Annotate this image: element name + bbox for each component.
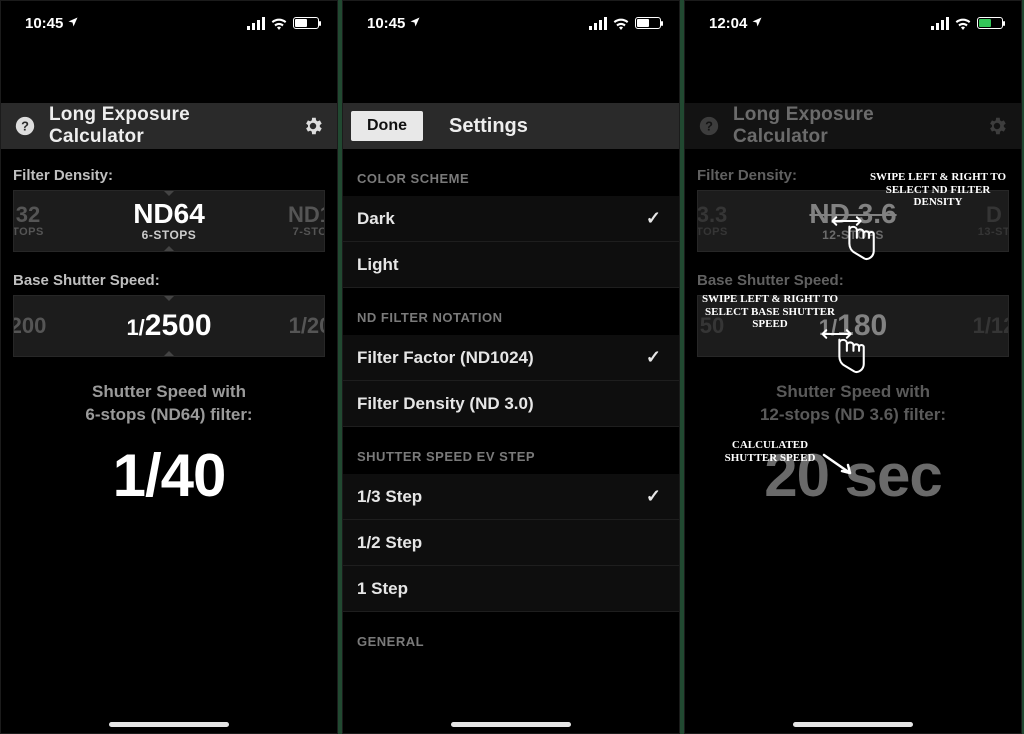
settings-navbar: Done Settings [343,103,679,149]
battery-icon [293,17,319,29]
checkmark-icon: ✓ [646,347,661,368]
home-indicator[interactable] [109,722,229,727]
option-third-step[interactable]: 1/3 Step ✓ [343,474,679,520]
option-label: 1 Step [357,579,408,599]
settings-button[interactable] [983,112,1011,140]
option-dark[interactable]: Dark ✓ [343,196,679,242]
screen-calculator: 10:45 ? Long Exposure Calculator [0,0,338,734]
status-bar: 12:04 [685,1,1021,45]
home-indicator[interactable] [451,722,571,727]
help-button[interactable]: ? [695,112,723,140]
shutter-prev: 200 [13,296,68,356]
wifi-icon [613,17,629,29]
section-nd-notation: ND FILTER NOTATION [343,288,679,335]
wifi-icon [271,17,287,29]
option-label: Light [357,255,399,275]
shutter-next: 1/12 [954,296,1009,356]
filter-selected: ND64 6-STOPS [133,200,205,242]
status-bar: 10:45 [1,1,337,45]
option-label: 1/2 Step [357,533,422,553]
wifi-icon [955,17,971,29]
home-indicator[interactable] [793,722,913,727]
battery-charging-icon [977,17,1003,29]
filter-selected: ND 3.6 12-STOPS [809,200,896,242]
shutter-next: 1/20 [270,296,325,356]
option-label: Filter Factor (ND1024) [357,348,534,368]
option-light[interactable]: Light [343,242,679,288]
shutter-prev: 50 [697,296,752,356]
location-icon [67,15,79,32]
option-label: 1/3 Step [357,487,422,507]
svg-text:?: ? [705,119,713,134]
cellular-signal-icon [931,17,949,30]
app-title: Long Exposure Calculator [49,104,289,148]
option-filter-factor[interactable]: Filter Factor (ND1024) ✓ [343,335,679,381]
result-label: Shutter Speed with12-stops (ND 3.6) filt… [697,381,1009,427]
status-bar: 10:45 [343,1,679,45]
cellular-signal-icon [247,17,265,30]
section-general: GENERAL [343,612,679,659]
svg-text:?: ? [21,119,29,134]
filter-next: D 13-ST [954,191,1009,251]
section-color-scheme: COLOR SCHEME [343,149,679,196]
result-value: 20 sec [697,441,1009,510]
base-shutter-label: Base Shutter Speed: [697,272,1009,289]
location-icon [751,15,763,32]
settings-button[interactable] [299,112,327,140]
filter-density-label: Filter Density: [697,167,1009,184]
shutter-selected: 1/180 [819,311,887,341]
filter-prev: 3.3 TOPS [697,191,752,251]
status-time: 10:45 [367,15,405,32]
cellular-signal-icon [589,17,607,30]
filter-prev: 32 TOPS [13,191,68,251]
base-shutter-picker[interactable]: 200 1/2500 1/20 [13,295,325,357]
option-label: Dark [357,209,395,229]
filter-density-picker[interactable]: 3.3 TOPS ND 3.6 12-STOPS D 13-ST [697,190,1009,252]
filter-density-picker[interactable]: 32 TOPS ND64 6-STOPS ND1 7-STO [13,190,325,252]
status-time: 10:45 [25,15,63,32]
base-shutter-picker[interactable]: 50 1/180 1/12 [697,295,1009,357]
section-ev-step: SHUTTER SPEED EV STEP [343,427,679,474]
location-icon [409,15,421,32]
help-button[interactable]: ? [11,112,39,140]
result-label: Shutter Speed with6-stops (ND64) filter: [13,381,325,427]
filter-density-label: Filter Density: [13,167,325,184]
base-shutter-label: Base Shutter Speed: [13,272,325,289]
option-label: Filter Density (ND 3.0) [357,394,534,414]
result-value: 1/40 [13,441,325,510]
done-button[interactable]: Done [351,111,423,141]
option-filter-density[interactable]: Filter Density (ND 3.0) [343,381,679,427]
shutter-selected: 1/2500 [126,311,211,341]
checkmark-icon: ✓ [646,208,661,229]
battery-icon [635,17,661,29]
app-title: Long Exposure Calculator [733,104,973,148]
screen-settings: 10:45 Done Settings COLOR SCHEME Dark ✓ [342,0,680,734]
filter-next: ND1 7-STO [270,191,325,251]
settings-title: Settings [449,115,528,138]
checkmark-icon: ✓ [646,486,661,507]
status-time: 12:04 [709,15,747,32]
screen-tutorial: 12:04 ? Long Exposure Calculator [684,0,1022,734]
app-bar: ? Long Exposure Calculator [685,103,1021,149]
option-half-step[interactable]: 1/2 Step [343,520,679,566]
app-bar: ? Long Exposure Calculator [1,103,337,149]
option-full-step[interactable]: 1 Step [343,566,679,612]
